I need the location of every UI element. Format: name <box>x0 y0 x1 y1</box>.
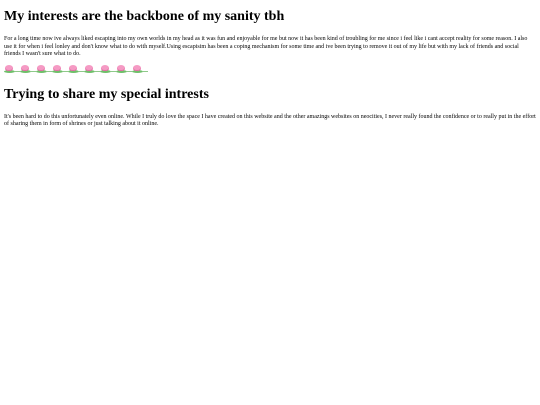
flower-divider <box>4 64 536 74</box>
heading-interests: My interests are the backbone of my sani… <box>4 9 285 24</box>
pink-flower-icon <box>20 64 36 74</box>
pink-flower-icon <box>100 64 116 74</box>
pink-flower-icon <box>36 64 52 74</box>
pink-flower-icon <box>52 64 68 74</box>
paragraph-escapism: For a long time now ive always liked esc… <box>4 36 528 57</box>
heading-special-interests: Trying to share my special intrests <box>4 86 209 102</box>
pink-flower-icon <box>84 64 100 74</box>
pink-flower-icon <box>116 64 132 74</box>
pink-flower-icon <box>132 64 148 74</box>
pink-flower-icon <box>4 64 20 74</box>
pink-flower-icon <box>68 64 84 74</box>
page-content: My interests are the backbone of my sani… <box>0 0 540 405</box>
paragraph-sharing: It's been hard to do this unfortunately … <box>4 113 536 128</box>
